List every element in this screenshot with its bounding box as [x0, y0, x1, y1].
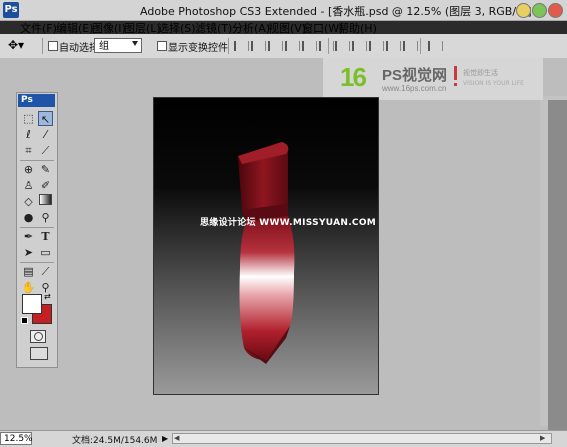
type-icon[interactable]: T: [38, 229, 53, 244]
minimize-icon[interactable]: [516, 3, 531, 18]
brush-icon[interactable]: ✎: [38, 162, 53, 177]
gradient-icon[interactable]: [38, 194, 53, 209]
status-bar: 12.5% 文档:24.5M/154.6M ▶ ◀ ▶: [0, 430, 567, 447]
tool-divider: [20, 227, 54, 228]
status-menu-arrow-icon[interactable]: ▶: [162, 434, 168, 443]
bottle-body: [239, 216, 295, 360]
distribute-hcenter-icon[interactable]: [403, 41, 418, 51]
tool-divider: [20, 160, 54, 161]
chevron-down-icon: [132, 41, 138, 46]
history-brush-icon[interactable]: ✐: [38, 178, 53, 193]
exclamation-icon: [454, 66, 457, 80]
shape-icon[interactable]: ▭: [38, 245, 53, 260]
quick-mask-icon[interactable]: [30, 330, 46, 343]
show-transform-checkbox[interactable]: [157, 41, 167, 51]
distribute-left-icon[interactable]: [386, 41, 401, 51]
distribute-vcenter-icon[interactable]: [352, 41, 367, 51]
scroll-left-icon[interactable]: ◀: [174, 434, 179, 442]
align-top-icon[interactable]: [234, 41, 249, 51]
canvas-watermark-text: 思缘设计论坛 WWW.MISSYUAN.COM: [200, 218, 377, 228]
document-info: 文档:24.5M/154.6M: [72, 436, 158, 446]
vertical-scrollbar[interactable]: [548, 100, 567, 430]
watermark-logo-number: 16: [340, 62, 367, 92]
blur-icon[interactable]: ●: [21, 210, 36, 225]
align-hcenter-icon[interactable]: [302, 41, 317, 51]
maximize-icon[interactable]: [532, 3, 547, 18]
close-icon[interactable]: [548, 3, 563, 18]
distribute-bottom-icon[interactable]: [369, 41, 384, 51]
auto-select-checkbox[interactable]: [48, 41, 58, 51]
photoshop-app-icon[interactable]: Ps: [3, 2, 19, 18]
divider: [420, 38, 421, 54]
document-canvas[interactable]: [153, 97, 379, 395]
auto-align-icon[interactable]: [428, 41, 443, 51]
divider: [328, 38, 329, 54]
default-colors-icon[interactable]: [21, 317, 28, 324]
align-right-icon[interactable]: [319, 41, 334, 51]
swap-colors-icon[interactable]: ⇄: [44, 292, 51, 301]
hand-icon[interactable]: ✋: [21, 280, 36, 295]
screen-mode-icon[interactable]: [30, 347, 48, 360]
align-left-icon[interactable]: [285, 41, 300, 51]
show-transform-label: 显示变换控件: [168, 43, 228, 54]
lasso-icon[interactable]: ℓ: [21, 127, 36, 142]
move-icon[interactable]: ↖: [38, 111, 53, 126]
path-select-icon[interactable]: ➤: [21, 245, 36, 260]
eraser-icon[interactable]: ◇: [21, 194, 36, 209]
divider: [228, 38, 229, 54]
eyedropper-icon[interactable]: ⟋: [38, 264, 53, 279]
marquee-icon[interactable]: ⬚: [21, 111, 36, 126]
divider: [42, 38, 43, 54]
clone-stamp-icon[interactable]: ♙: [21, 178, 36, 193]
move-tool-preset-icon[interactable]: ✥▾: [8, 38, 24, 52]
menu-bar: 文件(F) 编辑(E) 图像(I) 图层(L) 选择(S) 滤镜(T) 分析(A…: [20, 18, 400, 35]
watermark-brand: PS视觉网: [382, 67, 448, 84]
tool-divider: [20, 262, 54, 263]
crop-icon[interactable]: ⌗: [21, 143, 36, 158]
distribute-top-icon[interactable]: [335, 41, 350, 51]
foreground-color-swatch[interactable]: [22, 294, 42, 314]
align-vcenter-icon[interactable]: [251, 41, 266, 51]
perfume-bottle-artwork: [238, 142, 295, 364]
align-bottom-icon[interactable]: [268, 41, 283, 51]
scroll-right-icon[interactable]: ▶: [540, 434, 545, 442]
magic-wand-icon[interactable]: ⁄: [38, 127, 53, 142]
watermark-slogan-en: VISION IS YOUR LIFE: [463, 80, 524, 87]
watermark-slogan: 视觉即生活: [463, 69, 498, 77]
notes-icon[interactable]: ▤: [21, 264, 36, 279]
watermark-url: www.16ps.com.cn: [382, 84, 447, 93]
exclamation-dot-icon: [454, 83, 457, 86]
window-title: Adobe Photoshop CS3 Extended - [香水瓶.psd …: [140, 5, 532, 18]
slice-icon[interactable]: ⟋: [38, 143, 53, 158]
toolbox-header[interactable]: Ps: [18, 94, 55, 107]
healing-brush-icon[interactable]: ⊕: [21, 162, 36, 177]
dodge-icon[interactable]: ⚲: [38, 210, 53, 225]
zoom-field[interactable]: 12.5%: [0, 432, 33, 445]
options-bar: ✥▾ 自动选择: 组 显示变换控件: [0, 34, 567, 59]
horizontal-scrollbar[interactable]: [172, 433, 552, 444]
pen-icon[interactable]: ✒: [21, 229, 36, 244]
